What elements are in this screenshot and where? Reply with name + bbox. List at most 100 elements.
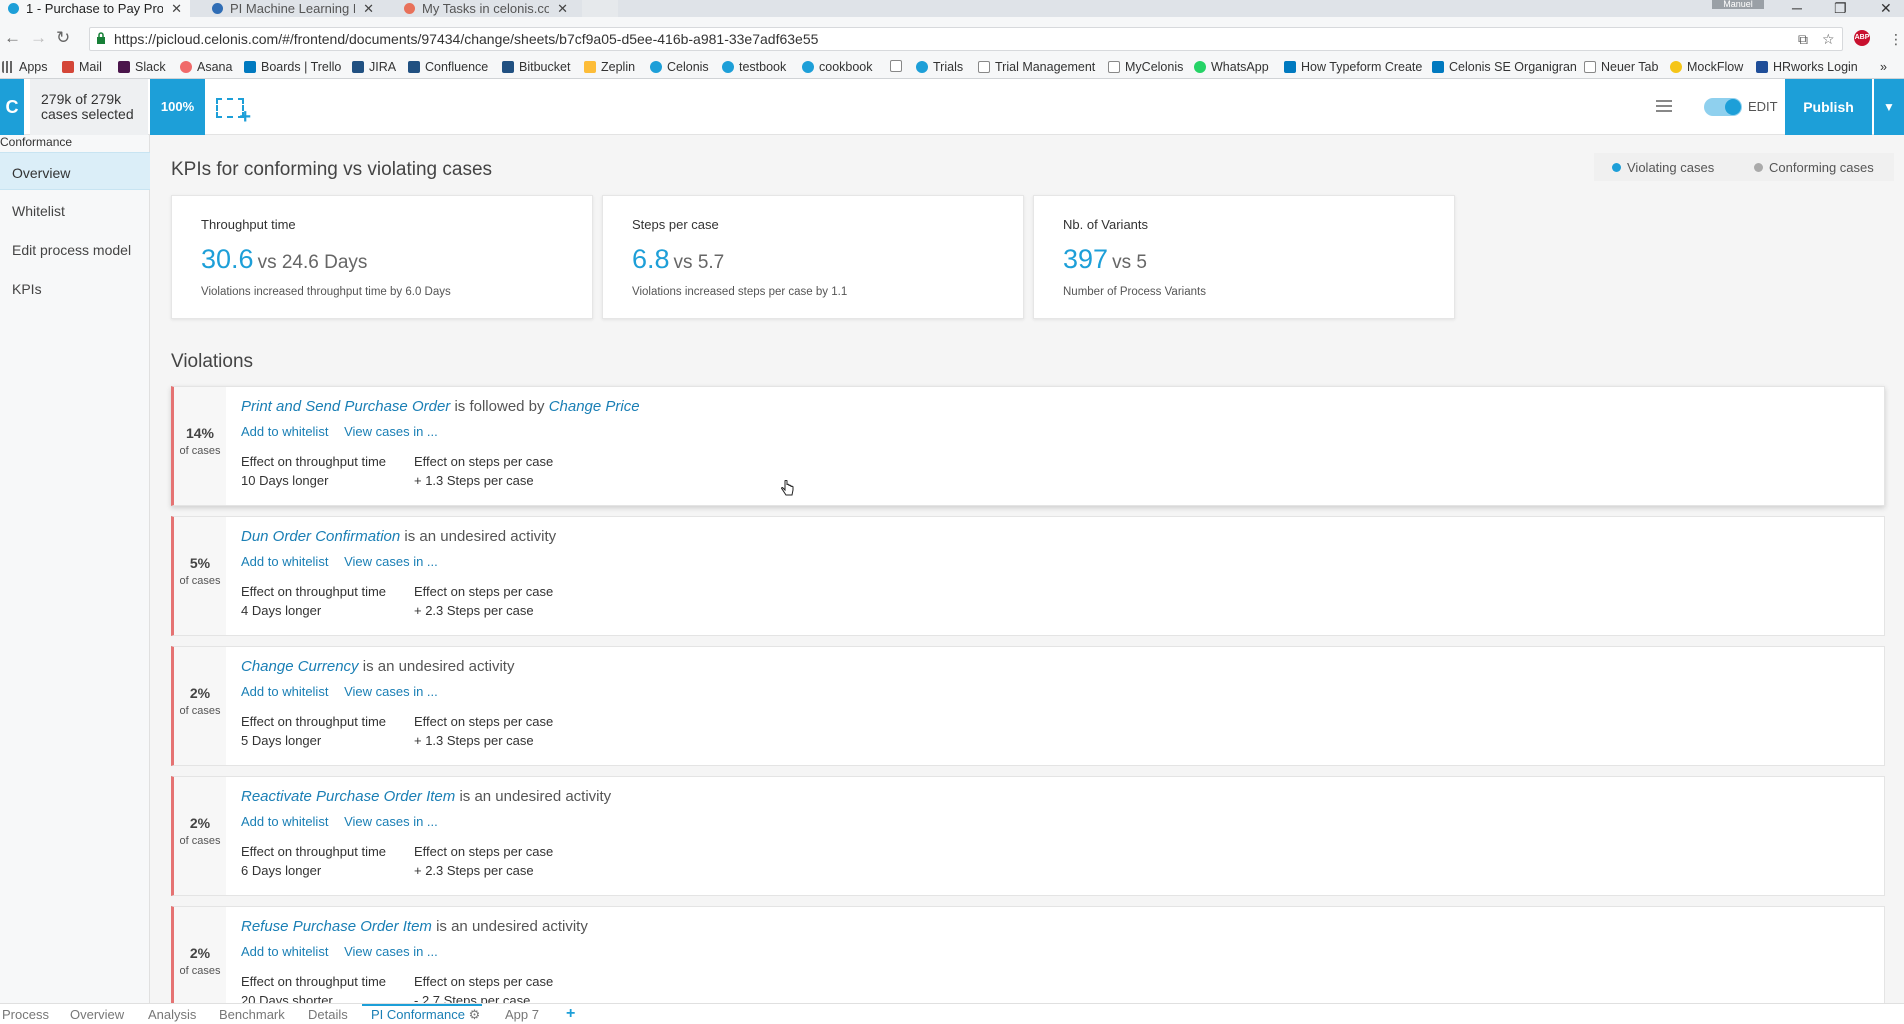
- violation-card: 2% of cases Reactivate Purchase Order It…: [171, 776, 1885, 896]
- view-cases-link[interactable]: View cases in ...: [344, 684, 438, 699]
- tab-pi-conformance[interactable]: PI Conformance ⚙: [371, 1007, 480, 1023]
- bookmark-confluence[interactable]: Confluence: [408, 60, 488, 74]
- celonis-logo[interactable]: C: [0, 79, 24, 135]
- violation-activity[interactable]: Refuse Purchase Order Item: [241, 918, 432, 935]
- sidebar-item-kpis[interactable]: KPIs: [0, 269, 150, 307]
- bookmark-zeplin[interactable]: Zeplin: [584, 60, 635, 74]
- browser-menu-icon[interactable]: ⋮: [1889, 31, 1903, 48]
- close-icon[interactable]: ✕: [363, 1, 374, 17]
- bookmark-mycelonis[interactable]: MyCelonis: [1108, 60, 1183, 74]
- add-to-whitelist-link[interactable]: Add to whitelist: [241, 684, 328, 699]
- close-icon[interactable]: ✕: [557, 1, 568, 17]
- view-cases-link[interactable]: View cases in ...: [344, 554, 438, 569]
- bookmark-asana[interactable]: Asana: [180, 60, 232, 74]
- adblock-icon[interactable]: ABP: [1854, 30, 1870, 46]
- tab-analysis[interactable]: Analysis: [148, 1007, 196, 1022]
- celonis-icon: [802, 61, 814, 73]
- browser-tab-my-tasks[interactable]: My Tasks in celonis.com ✕: [396, 0, 576, 17]
- kpi-value-row: 397 vs 5: [1063, 244, 1147, 275]
- url-field[interactable]: https://picloud.celonis.com/#/frontend/d…: [89, 27, 1843, 51]
- legend-item-conforming[interactable]: Conforming cases: [1754, 160, 1874, 175]
- menu-icon[interactable]: [1656, 100, 1672, 112]
- bookmark-bitbucket[interactable]: Bitbucket: [502, 60, 570, 74]
- add-to-whitelist-link[interactable]: Add to whitelist: [241, 424, 328, 439]
- bookmarks-overflow-icon[interactable]: »: [1880, 60, 1887, 74]
- bookmark-apps[interactable]: Apps: [2, 60, 48, 74]
- violation-actions: Add to whitelist View cases in ...: [241, 684, 450, 699]
- bookmark-trial-management[interactable]: Trial Management: [978, 60, 1095, 74]
- browser-tab-purchase-to-pay[interactable]: 1 - Purchase to Pay Proc ✕: [0, 0, 190, 17]
- violation-actions: Add to whitelist View cases in ...: [241, 554, 450, 569]
- steps-effect-value: + 2.3 Steps per case: [414, 603, 534, 618]
- add-sheet-plus-icon[interactable]: +: [566, 1005, 575, 1023]
- add-to-whitelist-link[interactable]: Add to whitelist: [241, 554, 328, 569]
- bookmark-testbook[interactable]: testbook: [722, 60, 786, 74]
- legend-dot-icon: [1612, 163, 1621, 172]
- bookmark-typeform[interactable]: How Typeform Create: [1284, 60, 1422, 74]
- violation-activity-2[interactable]: Change Price: [549, 398, 640, 415]
- violation-activity[interactable]: Change Currency: [241, 658, 359, 675]
- star-icon[interactable]: ☆: [1822, 31, 1835, 48]
- browser-user-chip[interactable]: Manuel: [1712, 0, 1764, 9]
- publish-options-chevron-down-icon[interactable]: ▼: [1874, 79, 1904, 135]
- add-to-whitelist-link[interactable]: Add to whitelist: [241, 944, 328, 959]
- bookmark-trials[interactable]: Trials: [916, 60, 963, 74]
- edit-mode-toggle[interactable]: [1704, 98, 1742, 116]
- selection-percent[interactable]: 100%: [150, 79, 205, 135]
- view-cases-link[interactable]: View cases in ...: [344, 424, 438, 439]
- hrworks-icon: [1756, 61, 1768, 73]
- kpi-comparison: vs 5: [1112, 252, 1147, 273]
- gmail-icon: [62, 61, 74, 73]
- url-text: https://picloud.celonis.com/#/frontend/d…: [114, 31, 819, 47]
- throughput-effect-value: 6 Days longer: [241, 863, 322, 878]
- minimize-icon[interactable]: ─: [1792, 0, 1802, 16]
- bookmark-organigram[interactable]: Celonis SE Organigran: [1432, 60, 1577, 74]
- new-tab-button[interactable]: [582, 0, 618, 17]
- tab-details[interactable]: Details: [308, 1007, 348, 1022]
- bookmark-slack[interactable]: Slack: [118, 60, 166, 74]
- bookmark-untitled[interactable]: [890, 60, 907, 72]
- browser-tab-pi-machine-learning[interactable]: PI Machine Learning Ho ✕: [204, 0, 382, 17]
- view-cases-link[interactable]: View cases in ...: [344, 944, 438, 959]
- translate-icon[interactable]: ⧉: [1798, 31, 1808, 48]
- tab-overview[interactable]: Overview: [70, 1007, 124, 1022]
- add-selection-icon[interactable]: [216, 98, 251, 129]
- violation-activity[interactable]: Print and Send Purchase Order: [241, 398, 450, 415]
- bookmark-neuer-tab[interactable]: Neuer Tab: [1584, 60, 1658, 74]
- tab-process[interactable]: Process: [2, 1007, 49, 1022]
- reload-icon[interactable]: ↻: [56, 28, 70, 48]
- violation-activity[interactable]: Dun Order Confirmation: [241, 528, 400, 545]
- gear-icon[interactable]: ⚙: [469, 1007, 481, 1022]
- back-arrow-icon[interactable]: ←: [4, 28, 21, 48]
- violation-percent-label: of cases: [179, 965, 221, 977]
- violation-share: 5% of cases: [174, 517, 226, 635]
- sidebar-item-overview[interactable]: Overview: [0, 152, 150, 190]
- view-cases-link[interactable]: View cases in ...: [344, 814, 438, 829]
- close-icon[interactable]: ✕: [171, 1, 182, 17]
- sidebar-item-edit-process-model[interactable]: Edit process model: [0, 230, 150, 268]
- restore-icon[interactable]: ❐: [1834, 0, 1847, 17]
- bookmark-jira[interactable]: JIRA: [352, 60, 396, 74]
- bookmark-hrworks[interactable]: HRworks Login: [1756, 60, 1858, 74]
- throughput-effect-value: 5 Days longer: [241, 733, 322, 748]
- close-window-icon[interactable]: ✕: [1880, 0, 1892, 17]
- bookmark-whatsapp[interactable]: WhatsApp: [1194, 60, 1269, 74]
- bookmark-cookbook[interactable]: cookbook: [802, 60, 873, 74]
- throughput-effect-label: Effect on throughput time: [241, 454, 387, 469]
- case-selection-summary[interactable]: 279k of 279k cases selected: [30, 79, 148, 135]
- violation-activity[interactable]: Reactivate Purchase Order Item: [241, 788, 455, 805]
- bookmark-mail[interactable]: Mail: [62, 60, 102, 74]
- zeplin-icon: [584, 61, 596, 73]
- violation-percent: 5%: [189, 555, 211, 571]
- legend-item-violating[interactable]: Violating cases: [1612, 160, 1714, 175]
- tab-benchmark[interactable]: Benchmark: [219, 1007, 285, 1022]
- add-to-whitelist-link[interactable]: Add to whitelist: [241, 814, 328, 829]
- forward-arrow-icon[interactable]: →: [30, 28, 47, 48]
- bookmark-trello[interactable]: Boards | Trello: [244, 60, 341, 74]
- tab-app-7[interactable]: App 7: [505, 1007, 539, 1022]
- bookmark-mockflow[interactable]: MockFlow: [1670, 60, 1743, 74]
- bookmark-celonis[interactable]: Celonis: [650, 60, 709, 74]
- publish-button[interactable]: Publish: [1785, 79, 1872, 135]
- sidebar-item-whitelist[interactable]: Whitelist: [0, 191, 150, 229]
- active-tab-indicator: [362, 1004, 482, 1006]
